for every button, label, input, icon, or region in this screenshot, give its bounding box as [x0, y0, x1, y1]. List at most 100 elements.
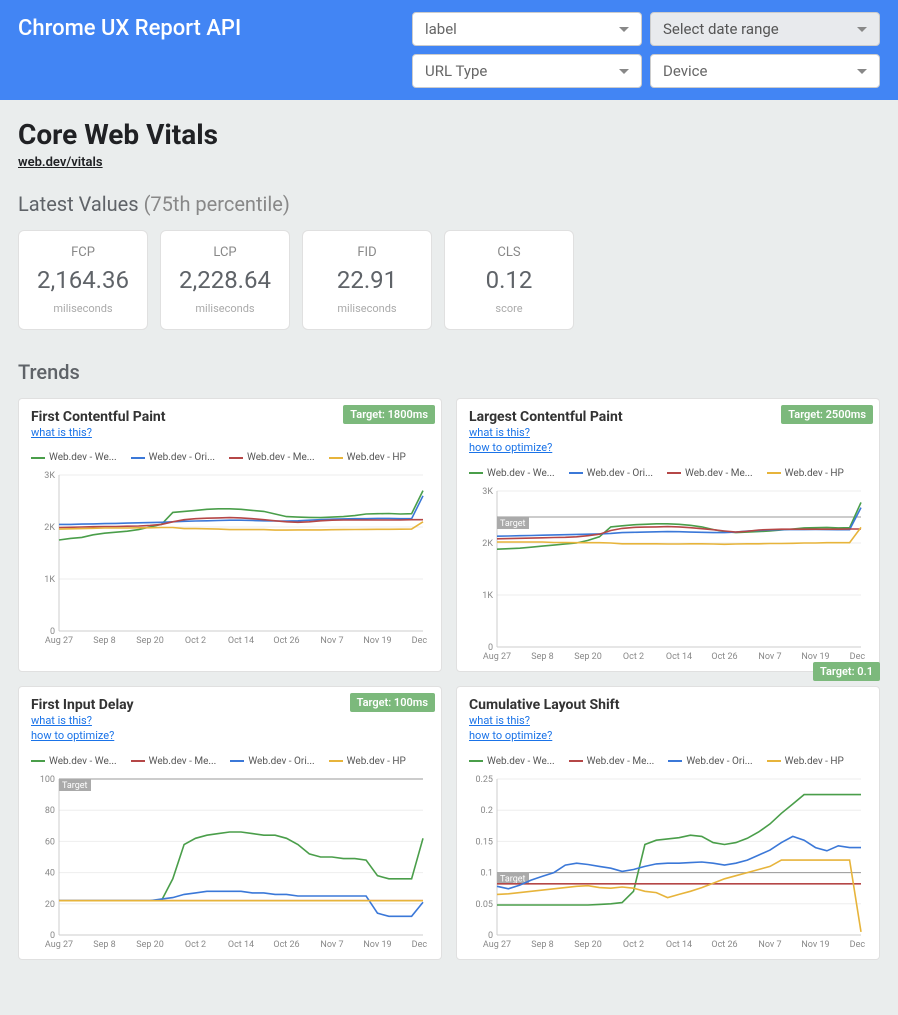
- svg-text:Aug 27: Aug 27: [45, 636, 73, 646]
- svg-text:Dec 1: Dec 1: [412, 940, 429, 950]
- svg-text:1K: 1K: [482, 591, 493, 601]
- legend-label: Web.dev - We...: [487, 468, 555, 479]
- what-is-this-link[interactable]: what is this?: [469, 713, 867, 728]
- chart-card-fid: Target: 100msFirst Input Delaywhat is th…: [18, 686, 442, 960]
- how-to-optimize-link[interactable]: how to optimize?: [31, 728, 429, 743]
- page-link[interactable]: web.dev/vitals: [18, 155, 103, 170]
- svg-text:0.1: 0.1: [481, 868, 494, 878]
- metric-unit: miliseconds: [311, 302, 423, 315]
- what-is-this-link[interactable]: what is this?: [31, 425, 429, 440]
- select-label-text: label: [425, 20, 457, 38]
- series-line: [59, 832, 423, 901]
- legend-item: Web.dev - Ori...: [131, 452, 215, 463]
- legend-label: Web.dev - Ori...: [686, 756, 752, 767]
- metric-name: FID: [311, 245, 423, 260]
- legend-item: Web.dev - We...: [31, 756, 117, 767]
- select-url-type[interactable]: URL Type: [412, 54, 642, 88]
- legend-swatch: [767, 760, 781, 762]
- series-line: [497, 507, 861, 536]
- metric-value: 0.12: [453, 266, 565, 294]
- legend-item: Web.dev - Me...: [229, 452, 315, 463]
- svg-text:0.05: 0.05: [475, 899, 493, 909]
- metric-name: CLS: [453, 245, 565, 260]
- legend-label: Web.dev - Me...: [587, 756, 655, 767]
- svg-text:Oct 26: Oct 26: [273, 940, 299, 950]
- svg-text:3K: 3K: [482, 487, 493, 497]
- legend-swatch: [329, 760, 343, 762]
- how-to-optimize-link[interactable]: how to optimize?: [469, 728, 867, 743]
- metric-value: 2,164.36: [27, 266, 139, 294]
- chevron-down-icon: [619, 27, 629, 32]
- header-title: Chrome UX Report API: [18, 12, 392, 41]
- chart-legend: Web.dev - We... Web.dev - Ori... Web.dev -…: [469, 468, 867, 479]
- svg-text:80: 80: [45, 806, 55, 816]
- legend-swatch: [329, 457, 343, 459]
- svg-text:1K: 1K: [44, 575, 55, 585]
- svg-text:Target: Target: [500, 519, 526, 529]
- chevron-down-icon: [857, 27, 867, 32]
- legend-label: Web.dev - We...: [49, 452, 117, 463]
- legend-item: Web.dev - Ori...: [230, 756, 314, 767]
- svg-text:Dec 1: Dec 1: [850, 652, 867, 662]
- legend-swatch: [230, 760, 244, 762]
- legend-item: Web.dev - Me...: [569, 756, 655, 767]
- svg-text:20: 20: [45, 899, 55, 909]
- metric-card: FID 22.91 miliseconds: [302, 230, 432, 330]
- svg-text:100: 100: [40, 775, 55, 785]
- legend-label: Web.dev - Me...: [247, 452, 315, 463]
- svg-text:Sep 20: Sep 20: [136, 636, 164, 646]
- svg-text:Aug 27: Aug 27: [483, 940, 511, 950]
- latest-values-subtitle: (75th percentile): [144, 192, 290, 216]
- svg-text:Nov 7: Nov 7: [758, 940, 781, 950]
- what-is-this-link[interactable]: what is this?: [469, 425, 867, 440]
- target-badge: Target: 1800ms: [343, 405, 435, 424]
- svg-text:Nov 7: Nov 7: [320, 636, 343, 646]
- metric-unit: miliseconds: [27, 302, 139, 315]
- select-device[interactable]: Device: [650, 54, 880, 88]
- legend-item: Web.dev - We...: [31, 452, 117, 463]
- svg-text:Oct 2: Oct 2: [185, 636, 206, 646]
- legend-label: Web.dev - Ori...: [149, 452, 215, 463]
- legend-label: Web.dev - We...: [49, 756, 117, 767]
- chart-plot: 00.050.10.150.20.25TargetAug 27Sep 8Sep …: [469, 773, 867, 953]
- metric-name: LCP: [169, 245, 281, 260]
- how-to-optimize-link[interactable]: how to optimize?: [469, 440, 867, 455]
- charts-grid: Target: 1800msFirst Contentful Paintwhat…: [18, 398, 880, 960]
- legend-swatch: [229, 457, 243, 459]
- legend-swatch: [31, 760, 45, 762]
- chart-legend: Web.dev - We...Web.dev - Me...Web.dev - …: [31, 756, 429, 767]
- svg-text:0.2: 0.2: [481, 806, 494, 816]
- legend-item: Web.dev - Me...: [667, 468, 753, 479]
- metric-card: CLS 0.12 score: [444, 230, 574, 330]
- what-is-this-link[interactable]: what is this?: [31, 713, 429, 728]
- series-line: [497, 836, 861, 888]
- svg-text:Nov 19: Nov 19: [363, 636, 391, 646]
- latest-values-heading: Latest Values (75th percentile): [18, 192, 880, 216]
- svg-text:2K: 2K: [482, 539, 493, 549]
- series-line: [59, 491, 423, 540]
- legend-item: Web.dev - We...: [469, 756, 555, 767]
- select-label[interactable]: label: [412, 12, 642, 46]
- metric-unit: miliseconds: [169, 302, 281, 315]
- legend-item: Web.dev - HP: [329, 452, 406, 463]
- metric-cards-row: FCP 2,164.36 miliseconds LCP 2,228.64 mi…: [18, 230, 880, 330]
- trends-heading: Trends: [18, 360, 880, 384]
- legend-item: Web.dev - HP: [329, 756, 406, 767]
- svg-text:60: 60: [45, 837, 55, 847]
- page-title: Core Web Vitals: [18, 118, 880, 151]
- legend-label: Web.dev - Ori...: [587, 468, 653, 479]
- chart-card-cls: Cumulative Layout Shiftwhat is this?how …: [456, 686, 880, 960]
- header-controls: label Select date range URL Type Device: [412, 12, 880, 88]
- svg-text:Nov 7: Nov 7: [758, 652, 781, 662]
- svg-text:Sep 20: Sep 20: [136, 940, 164, 950]
- select-date-range[interactable]: Select date range: [650, 12, 880, 46]
- chart-legend: Web.dev - We... Web.dev - Me... Web.dev - …: [469, 756, 867, 767]
- svg-text:Oct 2: Oct 2: [185, 940, 206, 950]
- svg-text:2K: 2K: [44, 523, 55, 533]
- svg-text:Aug 27: Aug 27: [45, 940, 73, 950]
- svg-text:Oct 26: Oct 26: [711, 940, 737, 950]
- legend-label: Web.dev - We...: [487, 756, 555, 767]
- svg-text:Oct 14: Oct 14: [666, 652, 692, 662]
- svg-text:0.25: 0.25: [475, 775, 493, 785]
- select-url-text: URL Type: [425, 62, 487, 80]
